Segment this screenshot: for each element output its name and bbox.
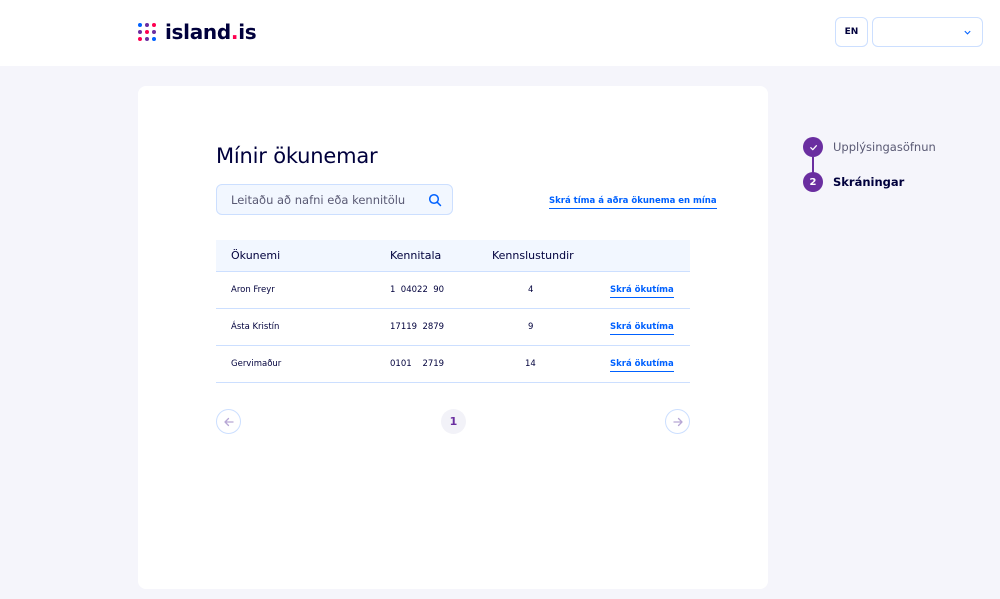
- search-icon[interactable]: [428, 193, 442, 207]
- search-input[interactable]: Leitaðu að nafni eða kennitölu: [216, 184, 453, 215]
- student-hours: 9: [528, 322, 534, 332]
- student-name: Gervimaður: [231, 359, 282, 369]
- table-row: Gervimaður 0101 2719 14 Skrá ökutíma: [216, 346, 690, 383]
- arrow-right-icon: [672, 417, 683, 426]
- chevron-down-icon: [964, 30, 971, 35]
- step-connector: [812, 157, 814, 173]
- main-card: Mínir ökunemar Leitaðu að nafni eða kenn…: [138, 86, 768, 589]
- students-table: Ökunemi Kennitala Kennslustundir Aron Fr…: [216, 240, 690, 383]
- student-hours: 4: [528, 285, 534, 295]
- search-placeholder: Leitaðu að nafni eða kennitölu: [231, 193, 406, 207]
- page-title: Mínir ökunemar: [216, 144, 378, 168]
- student-name: Aron Freyr: [231, 285, 275, 295]
- register-other-student-link[interactable]: Skrá tíma á aðra ökunema en mína: [549, 196, 717, 209]
- column-header-ssn: Kennitala: [390, 249, 442, 262]
- check-icon: [809, 144, 817, 150]
- student-hours: 14: [525, 359, 536, 369]
- table-row: Aron Freyr 1 04022 90 4 Skrá ökutíma: [216, 272, 690, 309]
- register-lesson-link[interactable]: Skrá ökutíma: [610, 285, 674, 298]
- column-header-lessons: Kennslustundir: [492, 249, 574, 262]
- step-complete-circle: [803, 137, 823, 157]
- table-row: Ásta Kristín 17119 2879 9 Skrá ökutíma: [216, 309, 690, 346]
- step-label: Upplýsingasöfnun: [833, 140, 936, 154]
- language-button[interactable]: EN: [835, 17, 868, 47]
- previous-page-button[interactable]: [216, 409, 241, 434]
- current-page[interactable]: 1: [441, 409, 466, 434]
- step-1: Upplýsingasöfnun: [803, 137, 936, 157]
- step-number: 2: [803, 172, 823, 192]
- student-name: Ásta Kristín: [231, 322, 280, 332]
- student-ssn: 17119 2879: [390, 322, 445, 332]
- table-header: Ökunemi Kennitala Kennslustundir: [216, 240, 690, 272]
- next-page-button[interactable]: [665, 409, 690, 434]
- student-ssn: 1 04022 90: [390, 285, 445, 295]
- logo-text: island.is: [165, 20, 257, 44]
- step-2: 2 Skráningar: [803, 172, 904, 192]
- register-lesson-link[interactable]: Skrá ökutíma: [610, 322, 674, 335]
- step-label: Skráningar: [833, 175, 905, 189]
- student-ssn: 0101 2719: [390, 359, 445, 369]
- column-header-student: Ökunemi: [231, 249, 281, 262]
- logo-dots-icon: [138, 23, 156, 41]
- arrow-left-icon: [223, 417, 234, 426]
- user-menu-select[interactable]: [872, 17, 983, 47]
- register-lesson-link[interactable]: Skrá ökutíma: [610, 359, 674, 372]
- island-logo[interactable]: island.is: [138, 20, 257, 44]
- top-header: island.is EN: [0, 0, 1000, 66]
